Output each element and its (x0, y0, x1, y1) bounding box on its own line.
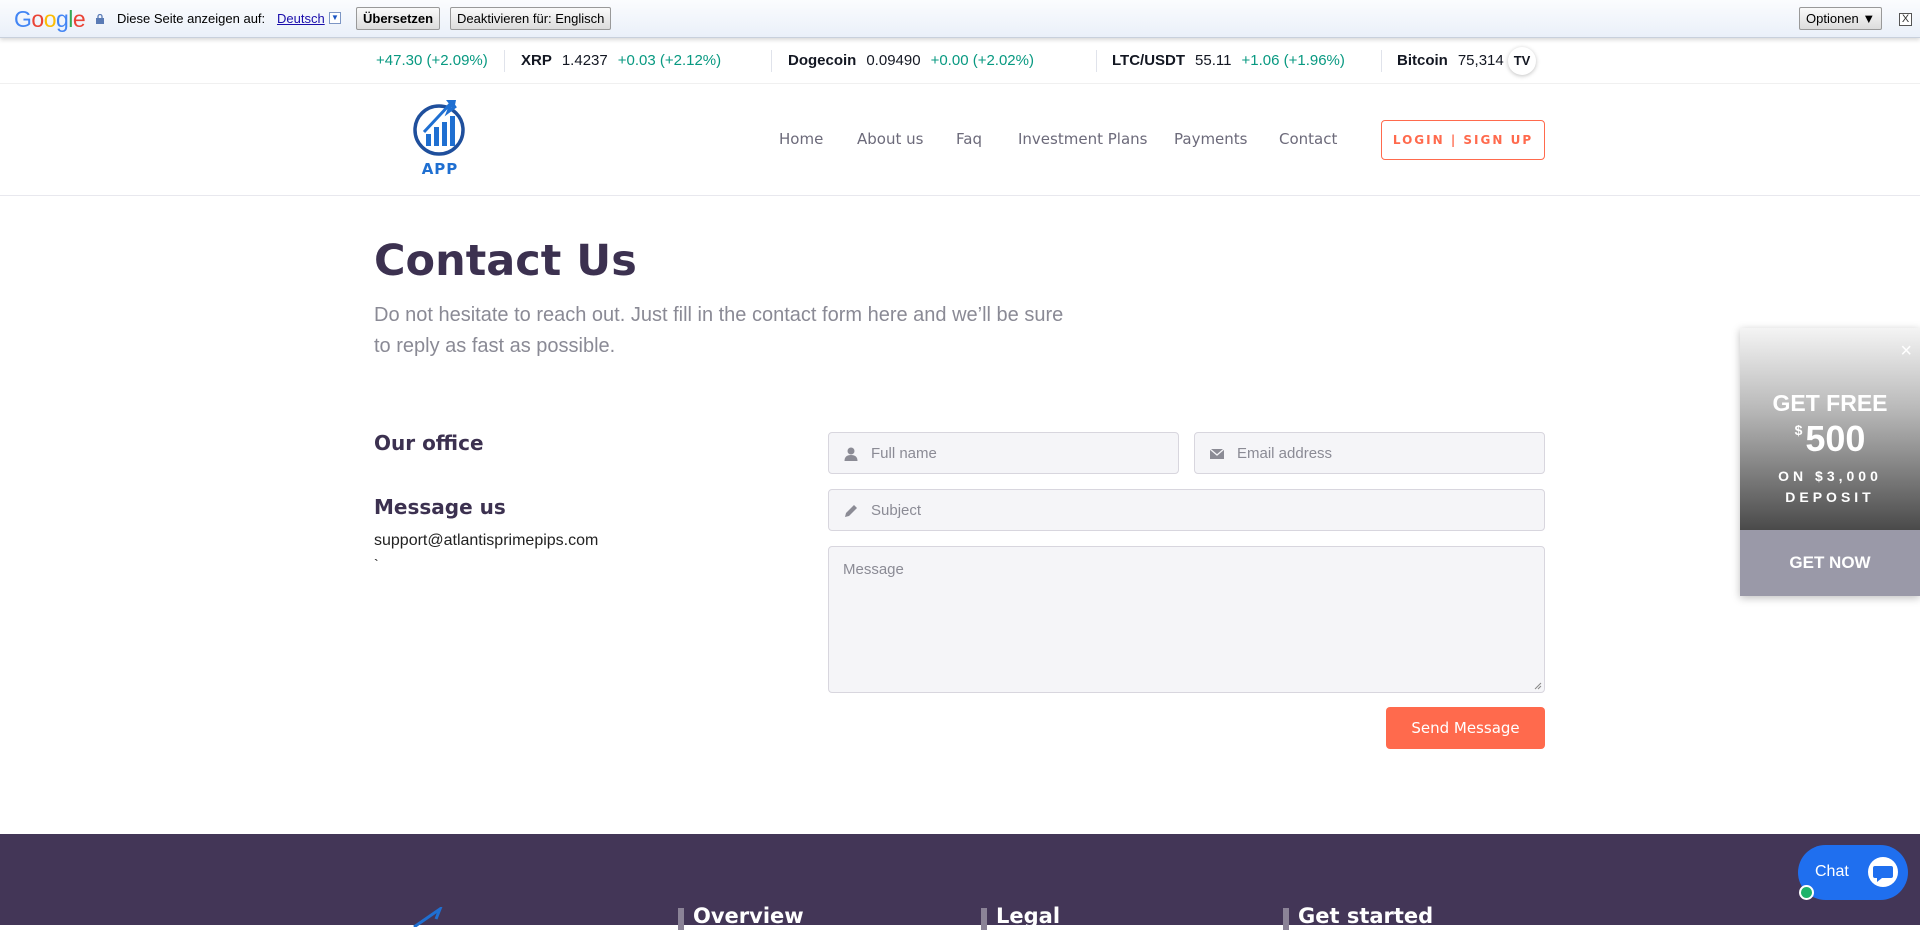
ticker-divider (1096, 50, 1097, 72)
promo-banner: × GET FREE $500 ON $3,000 DEPOSIT (1740, 328, 1920, 530)
office-heading: Our office (374, 431, 484, 455)
message-field[interactable]: Message (828, 546, 1545, 693)
ticker-item[interactable]: XRP 1.4237 +0.03 (+2.12%) (521, 52, 721, 69)
nav-about[interactable]: About us (857, 130, 923, 148)
chat-label: Chat (1815, 863, 1849, 880)
message-placeholder: Message (843, 561, 904, 578)
support-email[interactable]: support@atlantisprimepips.com (374, 532, 598, 550)
stray-character: ` (374, 556, 379, 572)
footer-heading-overview: Overview (678, 904, 804, 930)
tradingview-badge-icon[interactable]: TV (1508, 47, 1536, 75)
full-name-field[interactable]: Full name (828, 432, 1179, 474)
subject-field[interactable]: Subject (828, 489, 1545, 531)
site-footer: Overview Legal Get started (0, 834, 1920, 930)
translate-prompt: Diese Seite anzeigen auf: (117, 11, 266, 26)
page-subtitle: Do not hesitate to reach out. Just fill … (374, 304, 1064, 357)
logo-text: APP (421, 160, 459, 178)
nav-investment-plans[interactable]: Investment Plans (1018, 130, 1147, 148)
lock-icon (96, 14, 104, 24)
login-signup-button[interactable]: LOGIN | SIGN UP (1381, 120, 1545, 160)
nav-home[interactable]: Home (779, 130, 823, 148)
close-icon[interactable]: X (1899, 13, 1912, 26)
nav-payments[interactable]: Payments (1174, 130, 1247, 148)
close-icon[interactable]: × (1900, 340, 1912, 363)
translate-button[interactable]: Übersetzen (356, 7, 441, 30)
footer-heading-get-started: Get started (1283, 904, 1433, 930)
options-button[interactable]: Optionen ▼ (1799, 7, 1883, 30)
language-dropdown-icon[interactable]: ▼ (329, 12, 341, 24)
pencil-icon (845, 505, 857, 517)
google-logo: Google (14, 6, 86, 32)
ticker-item[interactable]: LTC/USDT 55.11 +1.06 (+1.96%) (1112, 52, 1345, 69)
envelope-icon (1209, 448, 1225, 459)
site-header: APP Home About us Faq Investment Plans P… (0, 84, 1920, 196)
email-placeholder: Email address (1237, 445, 1333, 462)
get-now-button[interactable]: GET NOW (1740, 530, 1920, 596)
nav-contact[interactable]: Contact (1279, 130, 1337, 148)
resize-handle-icon[interactable] (1534, 682, 1542, 690)
promo-popup: × GET FREE $500 ON $3,000 DEPOSIT GET NOW (1740, 328, 1920, 596)
message-heading: Message us (374, 495, 506, 519)
ticker-divider (771, 50, 772, 72)
promo-amount: $500 (1794, 418, 1866, 459)
nav-faq[interactable]: Faq (956, 130, 982, 148)
email-field[interactable]: Email address (1194, 432, 1545, 474)
footer-heading-legal: Legal (981, 904, 1060, 930)
site-logo[interactable]: APP (412, 98, 468, 178)
chat-bubble-icon (1868, 857, 1898, 887)
full-name-placeholder: Full name (871, 445, 937, 462)
ticker-item[interactable]: Dogecoin 0.09490 +0.00 (+2.02%) (788, 52, 1034, 69)
translate-bar: Google Diese Seite anzeigen auf: Deutsch… (0, 0, 1920, 38)
ticker-item[interactable]: +47.30 (+2.09%) (376, 52, 488, 69)
ticker-divider (504, 50, 505, 72)
page-title: Contact Us (374, 236, 637, 286)
disable-translate-button[interactable]: Deaktivieren für: Englisch (450, 7, 612, 30)
ticker-divider (1381, 50, 1382, 72)
promo-headline: GET FREE (1772, 390, 1888, 416)
send-message-button[interactable]: Send Message (1386, 707, 1545, 749)
chat-widget-button[interactable]: Chat (1798, 845, 1908, 900)
crypto-ticker: +47.30 (+2.09%) XRP 1.4237 +0.03 (+2.12%) … (0, 38, 1920, 84)
user-icon (844, 447, 858, 461)
language-link[interactable]: Deutsch (277, 11, 325, 26)
promo-condition: ON $3,000 DEPOSIT (1778, 468, 1882, 505)
footer-logo-icon (413, 907, 443, 927)
online-status-icon (1799, 885, 1814, 900)
chart-logo-icon (413, 100, 465, 156)
subject-placeholder: Subject (871, 502, 922, 519)
